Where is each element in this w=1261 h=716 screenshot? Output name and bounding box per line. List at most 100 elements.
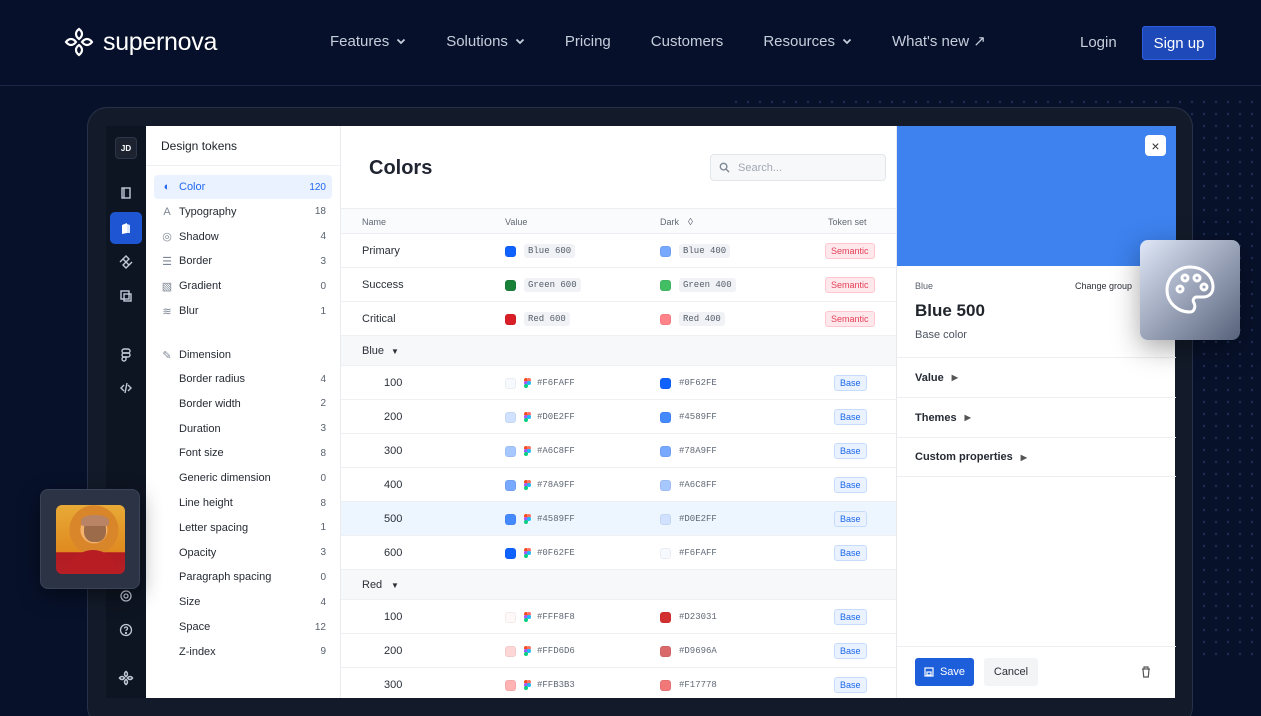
group-header-red[interactable]: Red ▼ xyxy=(341,570,896,600)
value-cell: #4589FF xyxy=(505,502,575,536)
rail-assets-button[interactable] xyxy=(110,280,142,312)
save-button[interactable]: Save xyxy=(915,658,974,686)
help-icon xyxy=(119,623,133,637)
group-name: Blue xyxy=(362,345,385,357)
token-set-cell: Semantic xyxy=(825,268,875,302)
sidebar-item-paragraph-spacing[interactable]: Paragraph spacing 0 xyxy=(154,565,332,589)
sidebar-item-generic-dimension[interactable]: Generic dimension 0 xyxy=(154,466,332,490)
table-row[interactable]: Success Green 600 Green 400 Semantic xyxy=(341,268,896,302)
dimension-group-header[interactable]: ✎ Dimension xyxy=(154,343,332,367)
figma-icon xyxy=(524,548,531,558)
save-icon xyxy=(924,667,934,677)
search-input[interactable]: Search... xyxy=(710,154,886,181)
nav-pricing[interactable]: Pricing xyxy=(565,32,611,50)
sidebar-item-size[interactable]: Size 4 xyxy=(154,590,332,614)
signup-button[interactable]: Sign up xyxy=(1142,26,1216,60)
shadow-icon: ◎ xyxy=(162,231,172,244)
token-set-cell: Base xyxy=(834,502,867,536)
token-name: 100 xyxy=(384,611,403,623)
sidebar-item-typography[interactable]: A Typography 18 xyxy=(154,200,332,224)
table-row[interactable]: Critical Red 600 Red 400 Semantic xyxy=(341,302,896,336)
dark-swatch xyxy=(660,245,671,257)
photo-body-shape xyxy=(68,550,118,574)
nav-solutions[interactable]: Solutions xyxy=(446,32,525,50)
rail-tokens-button[interactable] xyxy=(110,212,142,244)
column-token-set: Token set xyxy=(828,217,867,227)
assets-icon xyxy=(120,290,132,302)
sidebar-item-label: Color xyxy=(179,181,206,193)
rail-help-button[interactable] xyxy=(110,614,142,646)
dark-cell: #F6FAFF xyxy=(660,536,717,570)
value-cell: #FFF8F8 xyxy=(505,600,575,634)
figma-icon xyxy=(524,514,531,524)
sidebar-item-letter-spacing[interactable]: Letter spacing 1 xyxy=(154,516,332,540)
table-row[interactable]: 300 #A6C8FF #78A9FF Base xyxy=(341,434,896,468)
custom-properties-section[interactable]: Custom properties ▶ xyxy=(897,437,1176,477)
token-set-cell: Base xyxy=(834,400,867,434)
sidebar-item-label: Shadow xyxy=(179,230,219,243)
sidebar-item-border[interactable]: ☰ Border 3 xyxy=(154,249,332,273)
sidebar-item-blur[interactable]: ≋ Blur 1 xyxy=(154,299,332,323)
nav-pricing-label: Pricing xyxy=(564,32,611,50)
token-set-cell: Semantic xyxy=(825,234,875,268)
nav-whats-new[interactable]: What's new ↗ xyxy=(892,32,986,50)
value-cell: #A6C8FF xyxy=(505,434,575,468)
table-row[interactable]: 100 #FFF8F8 #D23031 Base xyxy=(341,600,896,634)
table-row[interactable]: 200 #D0E2FF #4589FF Base xyxy=(341,400,896,434)
custom-properties-label: Custom properties xyxy=(915,451,1013,463)
nav-features[interactable]: Features xyxy=(330,32,406,50)
value-reference: Blue 600 xyxy=(524,244,576,258)
rail-supernova-button[interactable] xyxy=(110,662,142,694)
tokens-icon xyxy=(122,223,130,234)
rail-code-button[interactable] xyxy=(110,372,142,404)
cancel-button[interactable]: Cancel xyxy=(984,658,1038,686)
caret-down-icon: ▼ xyxy=(391,346,399,356)
nav-resources[interactable]: Resources xyxy=(763,32,852,50)
sidebar-item-color[interactable]: ◐ Color 120 xyxy=(154,175,332,199)
sidebar-item-label: Duration xyxy=(179,422,221,435)
table-row[interactable]: 600 #0F62FE #F6FAFF Base xyxy=(341,536,896,570)
value-swatch xyxy=(505,611,516,623)
rail-components-button[interactable] xyxy=(110,246,142,278)
sidebar-item-duration[interactable]: Duration 3 xyxy=(154,417,332,441)
change-group-button[interactable]: Change group xyxy=(1075,281,1132,291)
sidebar-item-opacity[interactable]: Opacity 3 xyxy=(154,541,332,565)
sidebar-item-font-size[interactable]: Font size 8 xyxy=(154,441,332,465)
table-row[interactable]: 300 #FFB3B3 #F17778 Base xyxy=(341,668,896,698)
token-title: Blue 500 xyxy=(915,301,985,320)
group-header-blue[interactable]: Blue ▼ xyxy=(341,336,896,366)
sidebar-item-count: 0 xyxy=(320,280,326,292)
sidebar-item-count: 0 xyxy=(320,472,326,484)
dark-swatch xyxy=(660,377,671,389)
brand-name: supernova xyxy=(103,27,218,56)
rail-figma-button[interactable] xyxy=(110,339,142,371)
sidebar-item-space[interactable]: Space 12 xyxy=(154,615,332,639)
supernova-logo[interactable]: supernova xyxy=(63,26,217,58)
table-row[interactable]: 400 #78A9FF #A6C8FF Base xyxy=(341,468,896,502)
sidebar-item-line-height[interactable]: Line height 8 xyxy=(154,491,332,515)
token-name: 600 xyxy=(384,547,403,559)
top-navigation: supernova Features Solutions Pricing Cus… xyxy=(0,0,1261,86)
dark-hex: #0F62FE xyxy=(679,378,717,388)
table-row[interactable]: 200 #FFD6D6 #D9696A Base xyxy=(341,634,896,668)
value-hex: #FFD6D6 xyxy=(537,646,575,656)
sidebar-item-z-index[interactable]: Z-index 9 xyxy=(154,640,332,664)
sidebar-item-border-radius[interactable]: Border radius 4 xyxy=(154,367,332,391)
sidebar-item-gradient[interactable]: ▧ Gradient 0 xyxy=(154,274,332,298)
trash-icon[interactable] xyxy=(1139,665,1153,679)
themes-section-label: Themes xyxy=(915,411,957,424)
close-button[interactable]: × xyxy=(1145,135,1166,156)
rail-docs-button[interactable] xyxy=(110,177,142,209)
token-set-cell: Base xyxy=(834,366,867,400)
table-row[interactable]: 100 #F6FAFF #0F62FE Base xyxy=(341,366,896,400)
sidebar-item-shadow[interactable]: ◎ Shadow 4 xyxy=(154,225,332,249)
token-name: Success xyxy=(362,279,404,291)
sidebar-item-border-width[interactable]: Border width 2 xyxy=(154,392,332,416)
table-row[interactable]: 500 #4589FF #D0E2FF Base xyxy=(341,502,896,536)
table-row[interactable]: Primary Blue 600 Blue 400 Semantic xyxy=(341,234,896,268)
login-link[interactable]: Login xyxy=(1080,34,1117,51)
value-section[interactable]: Value ▶ xyxy=(897,357,1176,397)
nav-customers[interactable]: Customers xyxy=(651,32,724,50)
themes-section[interactable]: Themes ▶ xyxy=(897,397,1176,437)
user-avatar[interactable]: JD xyxy=(115,137,137,159)
